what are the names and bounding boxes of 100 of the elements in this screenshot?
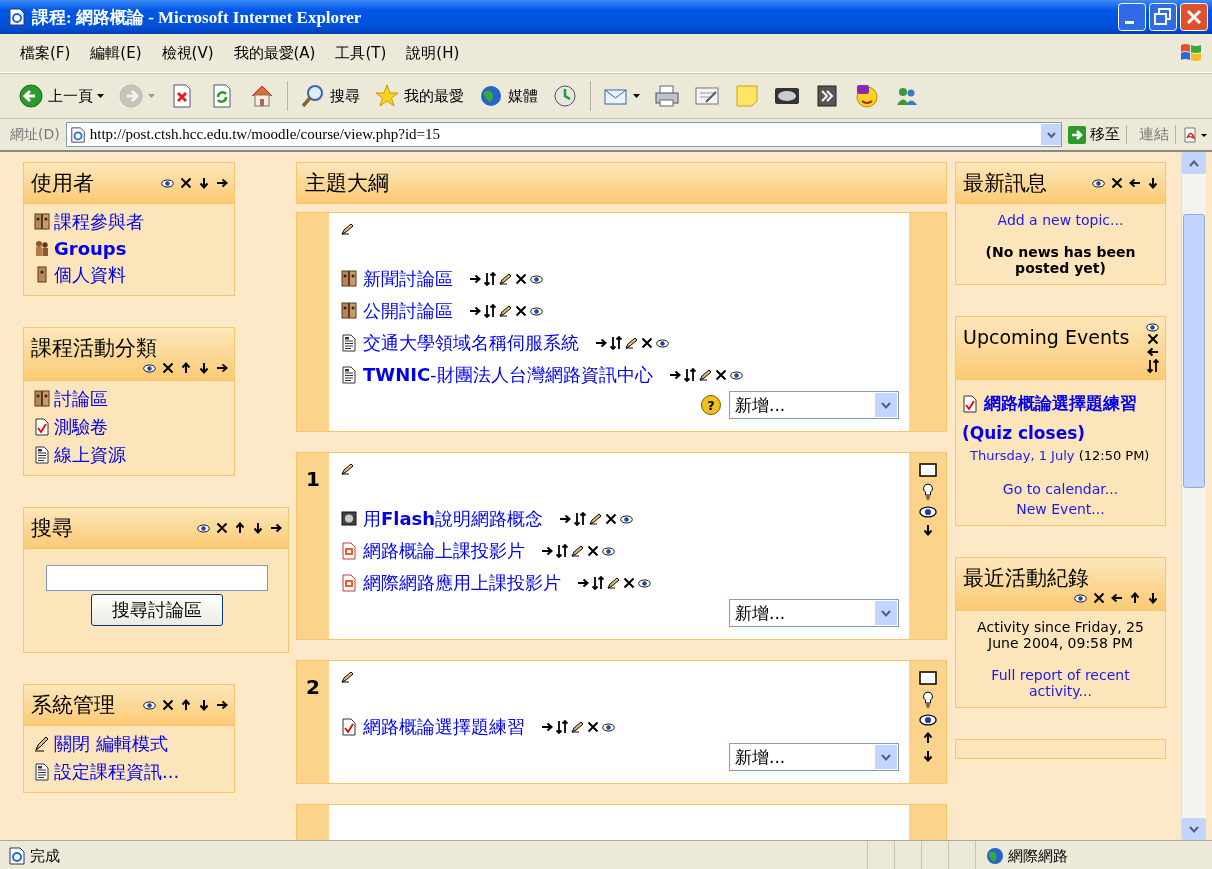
search-field[interactable] xyxy=(46,565,268,591)
arrow-right-icon[interactable] xyxy=(270,522,282,534)
sidebar-link[interactable]: 關閉 編輯模式 xyxy=(54,732,168,756)
toolbar-button[interactable]: 我的最愛 xyxy=(368,81,470,111)
scrollbar[interactable] xyxy=(1181,152,1206,840)
scroll-down-icon[interactable] xyxy=(1189,825,1199,833)
delete-icon[interactable] xyxy=(515,273,527,285)
sidebar-link[interactable]: 個人資料 xyxy=(54,263,126,287)
delete-icon[interactable] xyxy=(714,369,727,381)
arrow-up-icon[interactable] xyxy=(180,362,192,374)
menu-item[interactable]: 工具(T) xyxy=(325,43,397,63)
sidebar-link[interactable]: 測驗卷 xyxy=(54,415,108,439)
eye-icon[interactable] xyxy=(161,178,174,188)
arrow-right-icon[interactable] xyxy=(469,305,481,317)
delete-icon[interactable] xyxy=(515,305,527,317)
pdf-icon[interactable] xyxy=(1182,125,1208,144)
sidebar-link[interactable]: 線上資源 xyxy=(54,443,126,467)
eye-icon[interactable] xyxy=(602,722,615,732)
activity-link[interactable]: 網際網路應用上課投影片 xyxy=(363,571,561,595)
arrow-up-icon[interactable] xyxy=(234,522,246,534)
arrow-right-icon[interactable] xyxy=(216,699,228,711)
block-link[interactable]: Full report of recent activity... xyxy=(962,667,1159,699)
event-link[interactable]: 網路概論選擇題練習 (Quiz closes) xyxy=(962,388,1159,448)
eye-icon[interactable] xyxy=(638,578,651,588)
toolbar-button[interactable]: 媒體 xyxy=(472,81,544,111)
bulb-icon[interactable] xyxy=(921,691,934,708)
arrow-down-icon[interactable] xyxy=(198,699,210,711)
activity-link[interactable]: TWNIC-財團法人台灣網路資訊中心 xyxy=(363,363,653,387)
updown-arrow-icon[interactable] xyxy=(556,720,568,734)
eye-icon[interactable] xyxy=(918,506,937,518)
eye-icon[interactable] xyxy=(143,700,156,710)
arrow-right-icon[interactable] xyxy=(216,177,228,189)
updown-arrow-icon[interactable] xyxy=(556,544,568,558)
arrow-down-icon[interactable] xyxy=(921,750,934,762)
minimize-button[interactable] xyxy=(1118,3,1146,31)
delete-icon[interactable] xyxy=(162,362,174,374)
square-icon[interactable] xyxy=(918,463,937,477)
edit-icon[interactable] xyxy=(698,369,712,381)
edit-icon[interactable] xyxy=(607,577,620,589)
arrow-down-icon[interactable] xyxy=(1147,592,1159,604)
edit-icon[interactable] xyxy=(341,671,354,683)
activity-link[interactable]: 公開討論區 xyxy=(363,299,453,323)
arrow-left-icon[interactable] xyxy=(1146,346,1159,358)
edit-icon[interactable] xyxy=(341,223,354,235)
dropdown-button[interactable] xyxy=(1040,124,1061,145)
menu-item[interactable]: 我的最愛(A) xyxy=(223,43,326,63)
arrow-right-icon[interactable] xyxy=(216,362,228,374)
arrow-right-icon[interactable] xyxy=(559,513,572,525)
edit-icon[interactable] xyxy=(589,513,603,525)
arrow-up-icon[interactable] xyxy=(1129,592,1141,604)
arrow-down-icon[interactable] xyxy=(921,524,934,536)
updown-arrow-icon[interactable] xyxy=(574,512,587,526)
arrow-down-icon[interactable] xyxy=(252,522,264,534)
eye-icon[interactable] xyxy=(197,523,210,533)
edit-icon[interactable] xyxy=(625,337,638,349)
updown-arrow-icon[interactable] xyxy=(610,336,622,350)
scroll-up-icon[interactable] xyxy=(1189,159,1199,167)
arrow-up-icon[interactable] xyxy=(921,732,934,744)
delete-icon[interactable] xyxy=(587,721,599,733)
address-field[interactable]: http://post.ctsh.hcc.edu.tw/moodle/course/view.php?id=15 xyxy=(65,122,1062,147)
delete-icon[interactable] xyxy=(623,577,635,589)
add-select[interactable]: 新增... xyxy=(729,743,899,771)
arrow-left-icon[interactable] xyxy=(1129,177,1141,189)
activity-link[interactable]: 網路概論上課投影片 xyxy=(363,539,525,563)
activity-link[interactable]: 新聞討論區 xyxy=(363,267,453,291)
eye-icon[interactable] xyxy=(620,514,634,524)
menu-item[interactable]: 說明(H) xyxy=(396,43,470,63)
edit-icon[interactable] xyxy=(341,463,354,475)
sidebar-link[interactable]: 討論區 xyxy=(54,387,108,411)
arrow-down-icon[interactable] xyxy=(198,362,210,374)
add-select[interactable]: 新增... xyxy=(729,599,899,627)
arrow-right-icon[interactable] xyxy=(541,721,553,733)
eye-icon[interactable] xyxy=(1146,323,1159,332)
sidebar-link[interactable]: Groups xyxy=(54,238,127,259)
delete-icon[interactable] xyxy=(1093,592,1105,604)
date-link[interactable]: Thursday, 1 July xyxy=(970,448,1075,463)
edit-icon[interactable] xyxy=(499,305,512,317)
help-icon[interactable]: ? xyxy=(701,395,721,415)
toolbar-button[interactable]: 搜尋 xyxy=(294,81,366,111)
arrow-right-icon[interactable] xyxy=(541,545,553,557)
eye-icon[interactable] xyxy=(602,546,615,556)
add-select[interactable]: 新增... xyxy=(729,391,899,419)
arrow-right-icon[interactable] xyxy=(469,273,481,285)
delete-icon[interactable] xyxy=(180,177,192,189)
delete-icon[interactable] xyxy=(641,337,653,349)
delete-icon[interactable] xyxy=(162,699,174,711)
arrow-right-icon[interactable] xyxy=(577,577,589,589)
block-link[interactable]: Go to calendar... xyxy=(1002,481,1119,497)
menu-item[interactable]: 編輯(E) xyxy=(80,43,152,63)
activity-link[interactable]: 用Flash說明網路概念 xyxy=(363,507,544,531)
eye-icon[interactable] xyxy=(729,370,743,380)
search-button[interactable]: 搜尋討論區 xyxy=(91,594,223,626)
links-label[interactable]: 連結 xyxy=(1133,125,1176,144)
eye-icon[interactable] xyxy=(530,274,543,284)
eye-icon[interactable] xyxy=(143,363,156,373)
edit-icon[interactable] xyxy=(571,545,584,557)
menu-item[interactable]: 檔案(F) xyxy=(10,43,81,63)
delete-icon[interactable] xyxy=(587,545,599,557)
menu-item[interactable]: 檢視(V) xyxy=(151,43,224,63)
updown-arrow-icon[interactable] xyxy=(1146,359,1159,373)
